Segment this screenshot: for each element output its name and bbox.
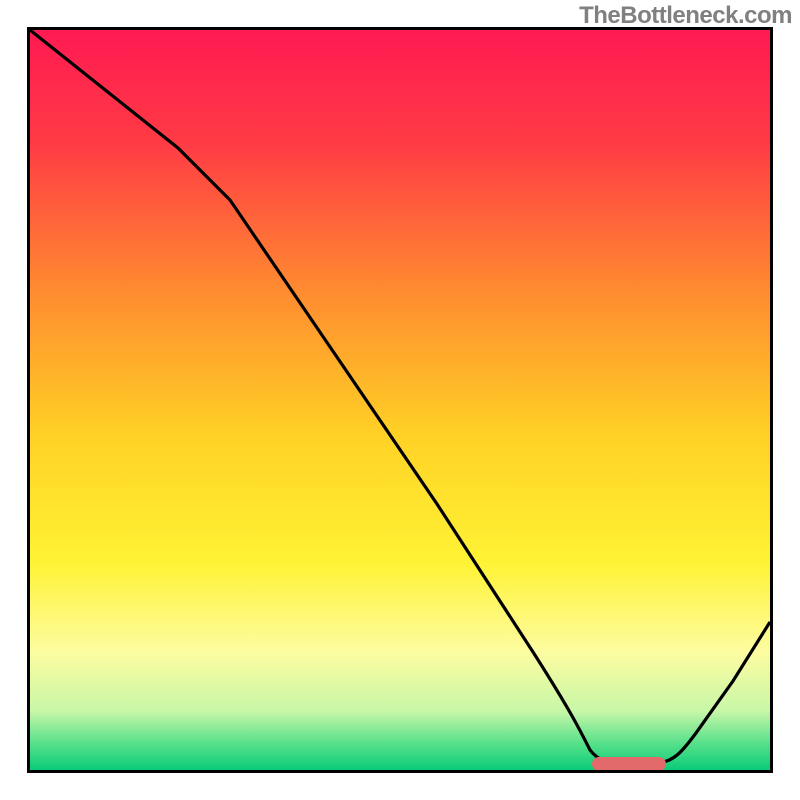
optimal-range-marker xyxy=(592,757,666,771)
watermark-label: TheBottleneck.com xyxy=(579,2,792,30)
curve-layer xyxy=(30,30,770,770)
chart-root: TheBottleneck.com xyxy=(0,0,800,800)
bottleneck-curve xyxy=(30,30,770,763)
plot-area xyxy=(27,27,773,773)
